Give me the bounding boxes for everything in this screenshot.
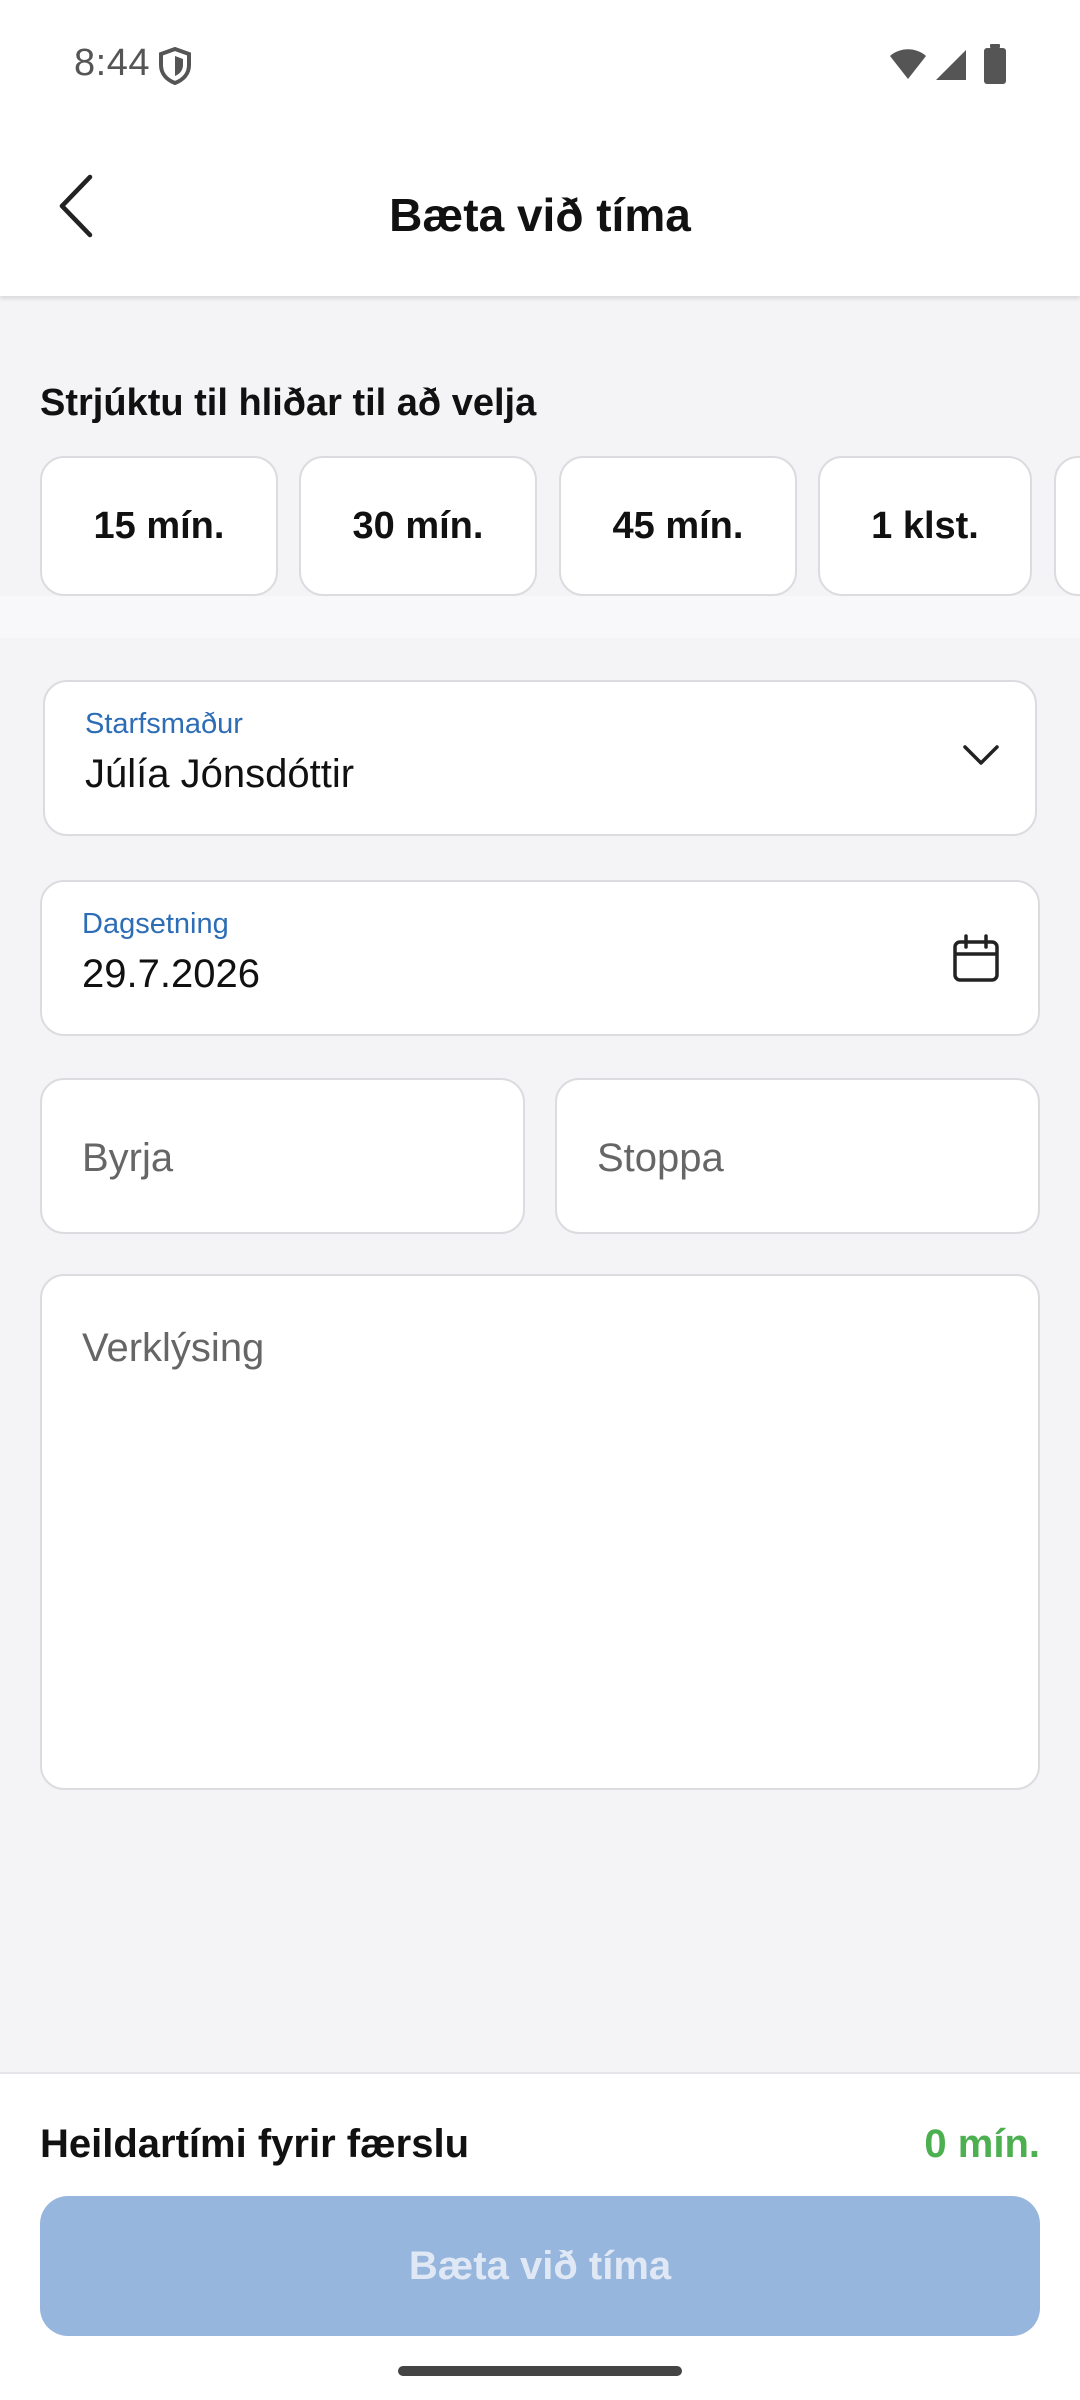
stop-time-placeholder: Stoppa <box>597 1136 724 1180</box>
date-field[interactable]: Dagsetning 29.7.2026 <box>40 880 1040 1036</box>
wifi-icon <box>888 48 928 82</box>
status-time: 8:44 <box>74 42 150 84</box>
chip-45-min[interactable]: 45 mín. <box>559 456 797 596</box>
quick-select-label: Strjúktu til hliðar til að velja <box>40 382 537 424</box>
duration-chips[interactable]: 15 mín. 30 mín. 45 mín. 1 klst. <box>40 456 1080 598</box>
description-textarea[interactable]: Verklýsing <box>40 1274 1040 1790</box>
section-divider <box>0 596 1080 638</box>
stop-time-field[interactable]: Stoppa <box>555 1078 1040 1234</box>
employee-value: Júlía Jónsdóttir <box>85 752 355 796</box>
start-time-field[interactable]: Byrja <box>40 1078 525 1234</box>
quick-select-section: Strjúktu til hliðar til að velja 15 mín.… <box>0 296 1080 638</box>
signal-icon <box>932 48 968 82</box>
total-time-label: Heildartími fyrir færslu <box>40 2122 470 2166</box>
chip-1-klst[interactable]: 1 klst. <box>818 456 1032 596</box>
employee-select[interactable]: Starfsmaður Júlía Jónsdóttir <box>43 680 1037 836</box>
date-label: Dagsetning <box>82 908 229 940</box>
home-indicator[interactable] <box>398 2366 682 2376</box>
chevron-down-icon <box>961 742 1001 773</box>
page-title: Bæta við tíma <box>389 189 691 241</box>
app-bar: Bæta við tíma <box>0 132 1080 296</box>
chip-15-min[interactable]: 15 mín. <box>40 456 278 596</box>
date-value: 29.7.2026 <box>82 952 260 996</box>
footer: Heildartími fyrir færslu 0 mín. Bæta við… <box>0 2072 1080 2400</box>
status-bar: 8:44 <box>0 0 1080 132</box>
time-entry-form: Starfsmaður Júlía Jónsdóttir Dagsetning … <box>0 638 1080 2072</box>
battery-icon <box>984 44 1006 84</box>
chip-30-min[interactable]: 30 mín. <box>299 456 537 596</box>
total-time-value: 0 mín. <box>924 2122 1040 2166</box>
add-time-button[interactable]: Bæta við tíma <box>40 2196 1040 2336</box>
employee-label: Starfsmaður <box>85 708 243 740</box>
calendar-icon[interactable] <box>952 934 1000 989</box>
start-time-placeholder: Byrja <box>82 1136 174 1180</box>
description-placeholder: Verklýsing <box>82 1326 265 1370</box>
shield-icon <box>158 46 192 86</box>
chip-more[interactable] <box>1054 456 1080 596</box>
